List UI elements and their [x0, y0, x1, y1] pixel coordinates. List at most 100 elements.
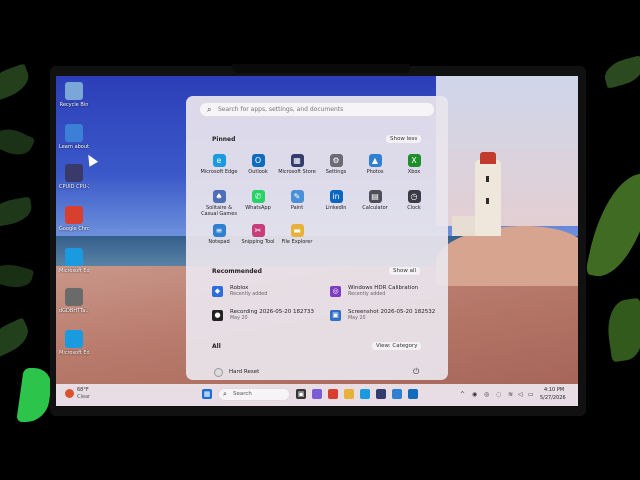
weather-desc[interactable]: Clear	[77, 394, 90, 400]
clock-time[interactable]: 4:10 PM	[544, 387, 564, 393]
pinned-app[interactable]: ✆ WhatsApp	[238, 190, 278, 212]
desktop-icon[interactable]: dGDBHTTa...	[59, 288, 89, 314]
outlook-icon[interactable]	[408, 389, 418, 399]
tray-app-icon[interactable]: ◌	[496, 391, 501, 398]
pinned-app[interactable]: O Outlook	[238, 154, 278, 176]
pinned-app[interactable]: ⚙ Settings	[316, 154, 356, 176]
whatsapp-icon: ✆	[251, 190, 265, 203]
desktop-icon-label: Recycle Bin	[59, 102, 89, 108]
desktop-icon-label: Microsoft Edge	[59, 268, 89, 274]
start-footer: Hard Reset ⏻	[186, 366, 448, 380]
gear-icon: ⚙	[329, 154, 343, 167]
desktop-icon-label: Google Chrome	[59, 226, 89, 232]
leaf-decoration	[0, 63, 34, 103]
recommended-title: Windows HDR Calibration	[348, 285, 419, 291]
recommended-item[interactable]: ▣ Screenshot 2026-05-20 182532 May 20	[330, 308, 440, 328]
tray-app-icon[interactable]: ◎	[484, 391, 489, 398]
edge-icon[interactable]	[360, 389, 370, 399]
taskbar-search-label: Search	[233, 391, 252, 397]
store-icon[interactable]	[376, 389, 386, 399]
pinned-app-label: Calculator	[362, 205, 388, 211]
pinned-app-label: WhatsApp	[245, 205, 271, 211]
recycle-bin-icon	[65, 82, 83, 100]
pinned-app[interactable]: ✂ Snipping Tool	[238, 224, 278, 246]
avatar[interactable]	[214, 368, 223, 377]
recommended-subtitle: May 20	[230, 316, 248, 321]
recommended-item[interactable]: ◎ Windows HDR Calibration Recently added	[330, 284, 440, 304]
leaf-decoration	[601, 55, 640, 89]
leaf-decoration	[585, 166, 640, 284]
copilot-icon[interactable]	[312, 389, 322, 399]
pinned-app-label: Photos	[366, 169, 384, 175]
clock-date[interactable]: 5/27/2026	[540, 395, 566, 401]
recommended-subtitle: Recently added	[230, 292, 268, 297]
pinned-app-label: Settings	[325, 169, 347, 175]
battery-icon[interactable]: ▭	[528, 391, 534, 398]
pinned-app-label: Notepad	[208, 239, 230, 245]
recording-icon: ●	[212, 310, 223, 321]
pinned-app[interactable]: ◷ Clock	[394, 190, 434, 212]
file-explorer-icon[interactable]	[344, 389, 354, 399]
desktop-icon[interactable]: Microsoft Edge	[59, 330, 89, 356]
solitaire-icon: ♠	[212, 190, 226, 203]
pinned-app[interactable]: ▤ Calculator	[355, 190, 395, 212]
taskbar-search-box[interactable]: ⌕ Search	[218, 388, 290, 401]
desktop-icon[interactable]: Google Chrome	[59, 206, 89, 232]
taskbar: 68°F Clear ▦ ⌕ Search ▣ ^ ◉ ◎ ◌ ≋ ◁ ▭ 4:…	[56, 384, 578, 406]
desktop-icon-label: CPUID CPU-Z	[59, 184, 89, 190]
chrome-icon	[65, 206, 83, 224]
pinned-app-label: Microsoft Store	[278, 169, 316, 175]
store-icon: ▦	[290, 154, 304, 167]
chevron-up-icon[interactable]: ^	[460, 391, 465, 398]
desktop-icon[interactable]: Learn about this picture	[59, 124, 89, 150]
pinned-app[interactable]: ▲ Photos	[355, 154, 395, 176]
power-icon[interactable]: ⏻	[413, 367, 419, 377]
tray-app-icon[interactable]: ◉	[472, 391, 477, 398]
pinned-app[interactable]: ✎ Paint	[277, 190, 317, 212]
photos-icon: ▲	[368, 154, 382, 167]
task-view-icon[interactable]: ▣	[296, 389, 306, 399]
pinned-app-label: Solitaire & Casual Games	[201, 205, 237, 217]
desktop-icon[interactable]: Microsoft Edge	[59, 248, 89, 274]
pinned-app[interactable]: ▬ File Explorer	[277, 224, 317, 246]
weather-temp[interactable]: 68°F	[77, 387, 89, 393]
desktop-icon-label: dGDBHTTa...	[59, 308, 89, 314]
recommended-title: Screenshot 2026-05-20 182532	[348, 309, 436, 315]
search-icon: ⌕	[207, 105, 212, 114]
wifi-icon[interactable]: ≋	[508, 391, 513, 398]
pinned-app[interactable]: X Xbox	[394, 154, 434, 176]
pinned-app[interactable]: in LinkedIn	[316, 190, 356, 212]
user-name[interactable]: Hard Reset	[229, 369, 259, 375]
recommended-item[interactable]: ◆ Roblox Recently added	[212, 284, 322, 304]
screenshot-icon: ▣	[330, 310, 341, 321]
show-less-button[interactable]: Show less	[386, 135, 422, 143]
pinned-app-label: Xbox	[407, 169, 421, 175]
pinned-app[interactable]: ♠ Solitaire & Casual Games	[199, 190, 239, 217]
leaf-decoration	[0, 260, 35, 292]
all-heading: All	[212, 343, 221, 350]
start-button[interactable]: ▦	[202, 389, 212, 399]
wallpaper-sky	[436, 76, 578, 226]
lighthouse-window	[486, 198, 489, 204]
leaf-decoration	[0, 317, 34, 359]
pinned-app[interactable]: ≡ Notepad	[199, 224, 239, 246]
pinned-app[interactable]: e Microsoft Edge	[199, 154, 239, 176]
roblox-icon: ◆	[212, 286, 223, 297]
start-search-box[interactable]: ⌕ Search for apps, settings, and documen…	[199, 102, 435, 117]
weather-icon[interactable]	[65, 389, 74, 398]
xbox-icon: X	[407, 154, 421, 167]
desktop-icon[interactable]: CPUID CPU-Z	[59, 164, 89, 190]
pinned-app[interactable]: ▦ Microsoft Store	[277, 154, 317, 176]
chrome-icon[interactable]	[328, 389, 338, 399]
volume-icon[interactable]: ◁	[518, 391, 523, 398]
lighthouse-lantern	[480, 152, 496, 164]
pinned-app-label: File Explorer	[281, 239, 313, 245]
recommended-item[interactable]: ● Recording 2026-05-20 182733 May 20	[212, 308, 322, 328]
photos-icon[interactable]	[392, 389, 402, 399]
desktop-icon[interactable]: Recycle Bin	[59, 82, 89, 108]
pinned-app-label: Microsoft Edge	[200, 169, 238, 175]
recommended-heading: Recommended	[212, 268, 262, 275]
show-all-button[interactable]: Show all	[389, 267, 421, 275]
pinned-app-label: Snipping Tool	[241, 239, 275, 245]
view-category-button[interactable]: View: Category	[372, 342, 422, 350]
